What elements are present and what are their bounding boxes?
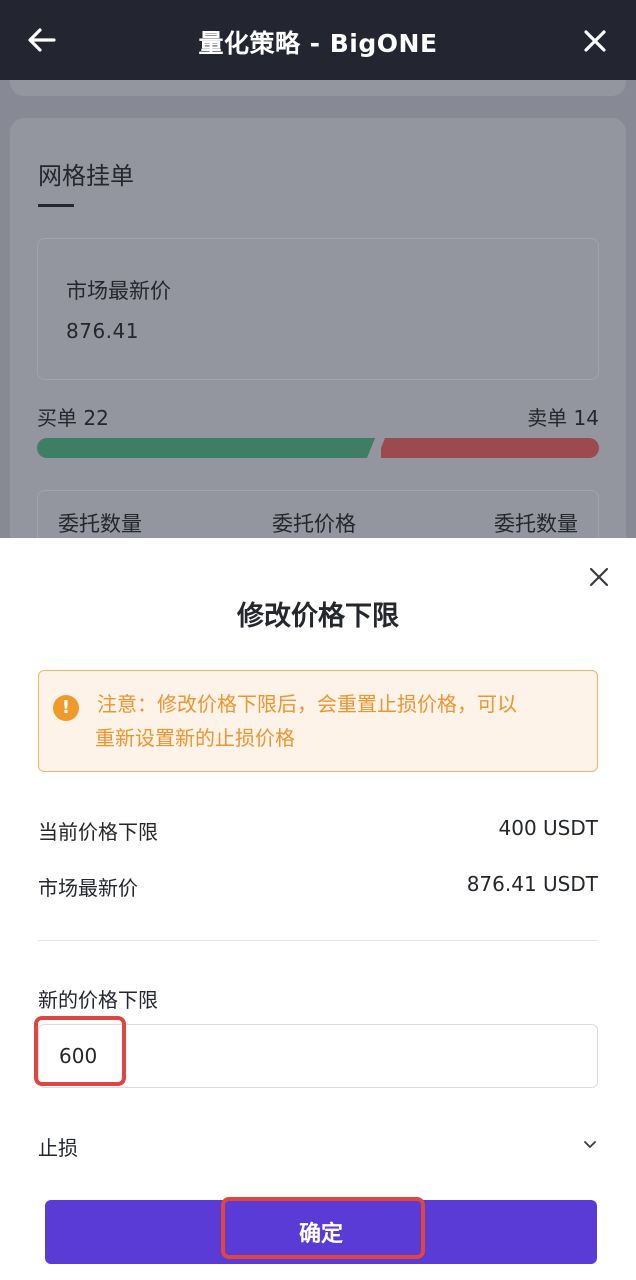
grid-orders-card: 网格挂单 市场最新价 876.41 买单 22 卖单 14 委托数量 委托价格 … [10, 118, 626, 590]
market-price-label: 市场最新价 [66, 279, 171, 303]
stop-loss-row[interactable]: 止损 [38, 1132, 598, 1162]
edit-lower-limit-sheet: 修改价格下限 ! 注意：修改价格下限后，会重置止损价格，可以 重新设置新的止损价… [0, 538, 636, 1280]
current-lower-limit-row: 当前价格下限 400 USDT [38, 816, 598, 845]
buy-sell-ratio-bar [37, 436, 599, 460]
divider [38, 940, 598, 941]
market-price-value: 876.41 USDT [466, 872, 598, 896]
current-lower-limit-label: 当前价格下限 [38, 820, 158, 844]
market-price-box: 市场最新价 876.41 [37, 238, 599, 380]
column-header-price: 委托价格 [272, 512, 356, 536]
tab-grid-orders: 网格挂单 [38, 162, 134, 190]
background-card-edge [10, 80, 626, 96]
new-lower-limit-input[interactable] [38, 1024, 598, 1088]
market-price-value: 876.41 [66, 319, 139, 343]
notice-line-2: 重新设置新的止损价格 [95, 726, 295, 750]
notice-text: 注意：修改价格下限后，会重置止损价格，可以 重新设置新的止损价格 [95, 687, 587, 755]
market-price-label: 市场最新价 [38, 876, 138, 900]
market-price-row: 市场最新价 876.41 USDT [38, 872, 598, 901]
stop-loss-label: 止损 [38, 1136, 78, 1160]
app-header: 量化策略 - BigONE [0, 0, 636, 80]
tab-underline [38, 204, 74, 207]
chevron-down-icon [584, 1141, 596, 1148]
sell-order-count: 卖单 14 [527, 406, 599, 430]
buy-ratio-fill [37, 438, 377, 458]
notice-box: ! 注意：修改价格下限后，会重置止损价格，可以 重新设置新的止损价格 [38, 670, 598, 772]
notice-line-1: 注意：修改价格下限后，会重置止损价格，可以 [97, 692, 517, 716]
column-header-buy-qty: 委托数量 [58, 512, 142, 536]
close-icon[interactable] [586, 564, 612, 590]
sell-ratio-fill [381, 438, 599, 458]
page-title: 量化策略 - BigONE [198, 29, 438, 58]
modal-title: 修改价格下限 [237, 601, 399, 632]
buy-order-count: 买单 22 [37, 406, 109, 430]
close-icon[interactable] [580, 26, 610, 56]
warning-icon: ! [53, 695, 79, 721]
column-header-sell-qty: 委托数量 [494, 512, 578, 536]
current-lower-limit-value: 400 USDT [498, 816, 598, 840]
confirm-button[interactable]: 确定 [45, 1200, 597, 1264]
new-lower-limit-label: 新的价格下限 [38, 988, 158, 1012]
